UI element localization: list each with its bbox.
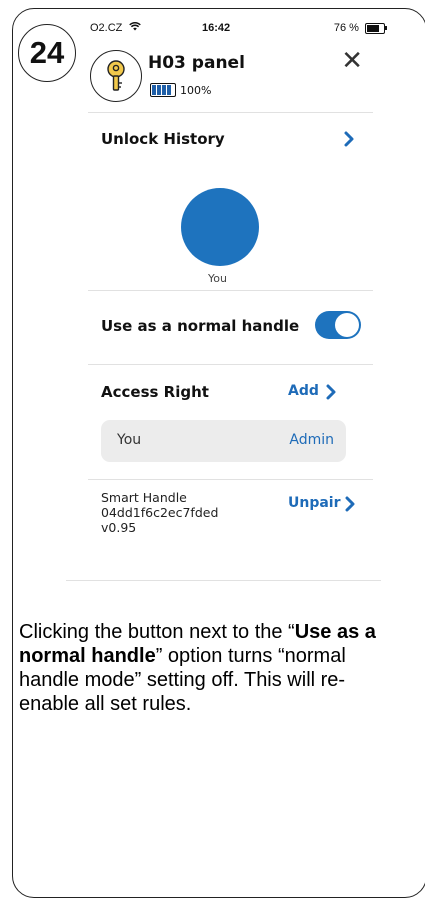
access-right-row[interactable]: You Admin [101,420,346,462]
step-number-badge: 24 [18,24,76,82]
access-right-label: Access Right [101,383,209,401]
status-battery-text: 76 % [333,22,359,34]
add-access-chevron-icon[interactable] [322,383,340,401]
device-version: v0.95 [101,520,137,535]
device-battery-percent: 100% [180,83,212,97]
unpair-chevron-icon[interactable] [341,495,359,513]
divider [88,290,373,291]
device-name: Smart Handle [101,490,187,505]
add-access-button[interactable]: Add [288,383,319,399]
divider [88,112,373,113]
carrier-text: O2.CZ [90,22,123,34]
device-info: Smart Handle 04dd1f6c2ec7fded v0.95 [101,490,218,535]
normal-handle-toggle[interactable] [315,311,361,339]
user-avatar-label: You [208,272,227,285]
device-battery-icon [150,83,176,97]
instruction-caption: Clicking the button next to the “Use as … [19,620,399,716]
status-bar: O2.CZ 16:42 76 % [90,22,387,38]
close-button[interactable]: ✕ [341,48,363,74]
unlock-history-label[interactable]: Unlock History [101,130,225,148]
wifi-icon [129,22,142,31]
access-user-name: You [117,432,142,448]
unpair-button[interactable]: Unpair [288,495,341,511]
normal-handle-label: Use as a normal handle [101,317,300,335]
device-battery: 100% [150,83,211,97]
divider [88,364,373,365]
status-battery: 76 % [333,22,387,34]
battery-icon [365,22,387,34]
access-user-role: Admin [289,432,334,448]
clock-time: 16:42 [202,22,231,34]
step-number: 24 [29,35,65,70]
device-id: 04dd1f6c2ec7fded [101,505,219,520]
device-avatar [90,50,142,102]
divider [66,580,381,581]
toggle-knob [335,313,359,337]
carrier-label: O2.CZ [90,22,142,34]
caption-text-start: Clicking the button next to the “ [19,621,295,643]
unlock-history-chevron-icon[interactable] [340,130,358,148]
key-icon [107,60,125,91]
user-avatar-circle[interactable] [181,188,259,266]
device-title: H03 panel [148,53,245,73]
divider [88,479,373,480]
